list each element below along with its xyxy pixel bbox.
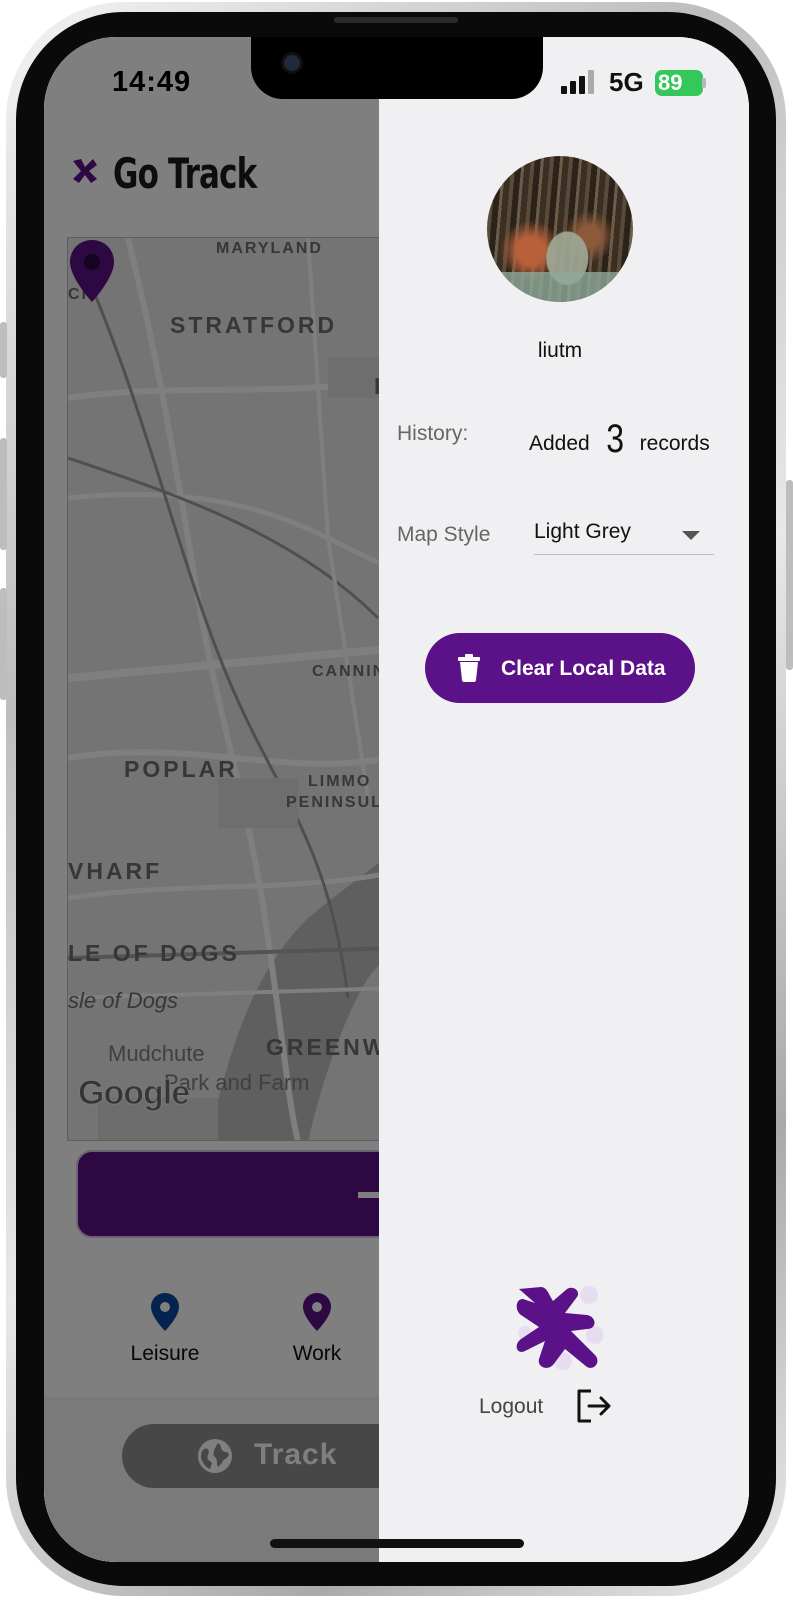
status-time: 14:49	[112, 66, 192, 98]
logout-label: Logout	[479, 1395, 544, 1418]
history-label: History:	[397, 422, 469, 445]
network-type: 5G	[609, 67, 644, 97]
username: liutm	[537, 339, 583, 362]
clear-local-data-label: Clear Local Data	[501, 657, 666, 680]
map-style-label: Map Style	[397, 523, 491, 546]
history-prefix: Added	[529, 432, 590, 455]
home-indicator[interactable]	[270, 1539, 524, 1548]
power-button	[786, 480, 793, 670]
volume-down-button	[0, 588, 7, 700]
map-style-value: Light Grey	[534, 520, 631, 543]
history-suffix: records	[639, 432, 710, 455]
battery-tip	[702, 78, 706, 88]
drawer-scrim[interactable]	[44, 37, 379, 1562]
trash-icon	[458, 654, 480, 682]
clear-local-data-button[interactable]: Clear Local Data	[425, 633, 695, 703]
silent-switch	[0, 322, 7, 378]
chevron-down-icon	[682, 531, 700, 540]
signal-icon	[561, 70, 594, 94]
camera-icon	[281, 52, 303, 74]
earpiece-speaker	[334, 17, 458, 23]
screen: Go Track	[44, 37, 749, 1562]
side-drawer: liutm History: Added 3 records Map Style…	[379, 37, 749, 1562]
battery-level: 89	[658, 70, 683, 95]
history-summary: Added 3 records	[529, 417, 710, 462]
logout-icon	[577, 1389, 611, 1423]
map-style-select[interactable]: Light Grey	[534, 517, 714, 555]
history-count: 3	[605, 417, 624, 461]
volume-up-button	[0, 438, 7, 550]
app-logo-icon	[516, 1286, 603, 1370]
logout-button[interactable]: Logout	[479, 1385, 619, 1429]
battery-icon: 89	[655, 70, 703, 96]
avatar[interactable]	[487, 156, 633, 302]
